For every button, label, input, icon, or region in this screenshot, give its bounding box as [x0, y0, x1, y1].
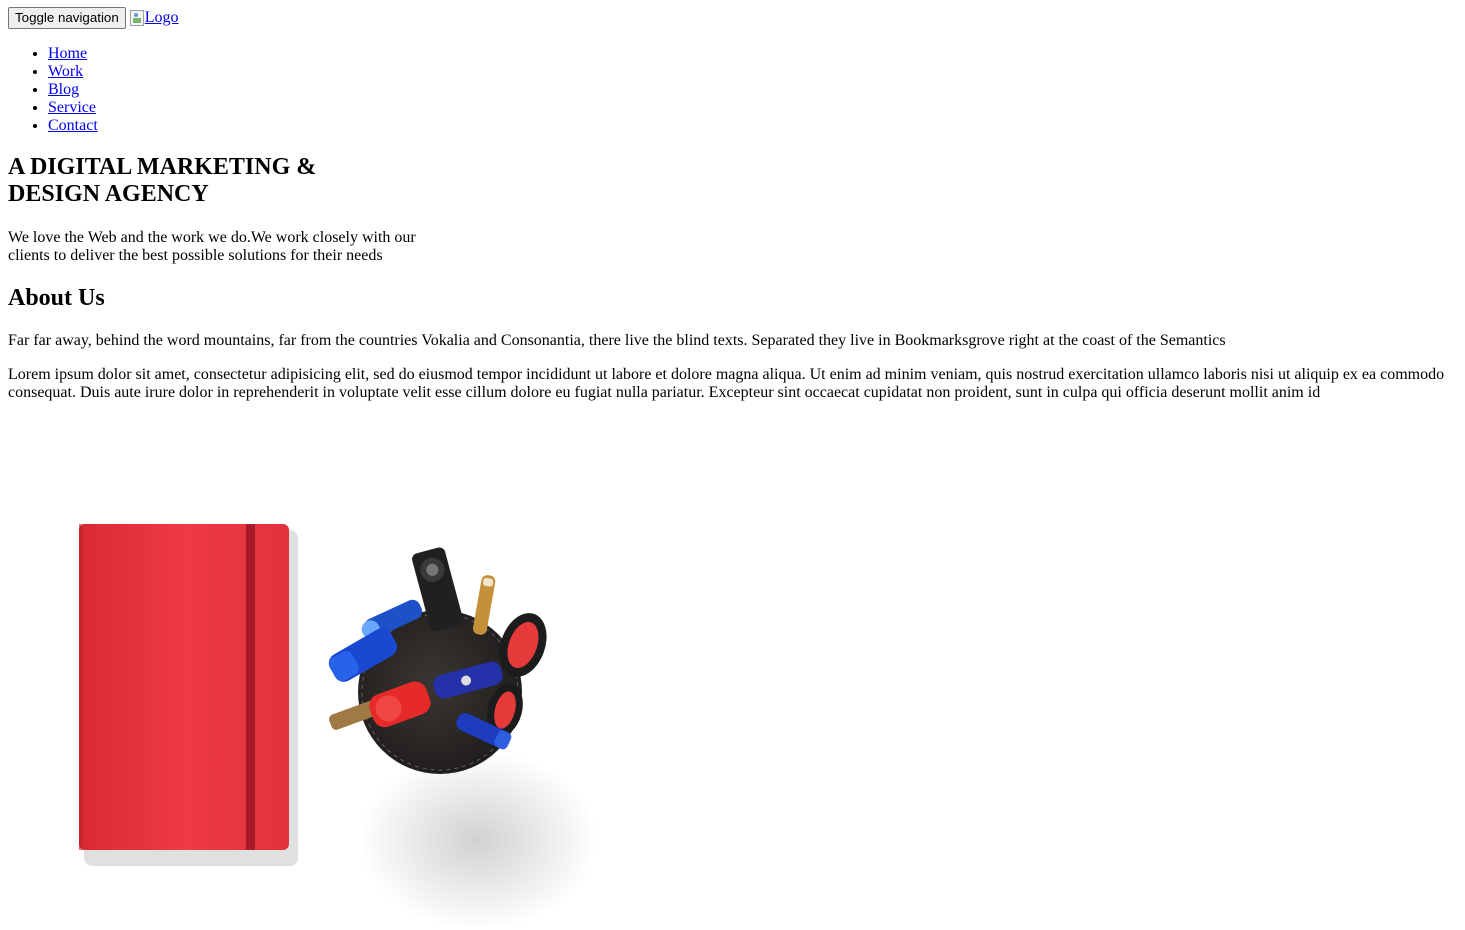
nav-item-contact: Contact: [48, 117, 98, 135]
about-paragraph-1: Far far away, behind the word mountains,…: [8, 332, 1226, 349]
nav-item-home: Home: [48, 45, 98, 63]
nav-item-blog: Blog: [48, 81, 98, 99]
broken-image-icon: [129, 10, 144, 26]
hero-title-line2: DESIGN AGENCY: [8, 181, 209, 207]
nav-item-work: Work: [48, 63, 98, 81]
logo-link[interactable]: Logo: [129, 9, 179, 27]
nav-link-work[interactable]: Work: [48, 63, 83, 80]
main-nav: Home Work Blog Service Contact: [0, 45, 98, 135]
hero-text: We love the Web and the work we do.We wo…: [8, 229, 416, 264]
hero-title: A DIGITAL MARKETING & DESIGN AGENCY: [8, 154, 348, 208]
nav-link-blog[interactable]: Blog: [48, 81, 79, 98]
nav-item-service: Service: [48, 99, 98, 117]
about-title: About Us: [8, 285, 105, 311]
nav-link-service[interactable]: Service: [48, 99, 96, 116]
nav-link-home[interactable]: Home: [48, 45, 87, 62]
desk-supplies-image: [79, 524, 598, 930]
nav-link-contact[interactable]: Contact: [48, 117, 98, 134]
notebook-graphic: [79, 524, 289, 850]
pen-cup-graphic: [328, 547, 547, 774]
top-bar: Toggle navigation Logo: [8, 7, 179, 29]
cup-shadow: [358, 750, 598, 930]
hero-title-line1: A DIGITAL MARKETING &: [8, 154, 317, 180]
toggle-navigation-button[interactable]: Toggle navigation: [8, 7, 126, 29]
about-paragraph-2: Lorem ipsum dolor sit amet, consectetur …: [8, 366, 1445, 401]
logo-alt-text: Logo: [144, 9, 179, 26]
